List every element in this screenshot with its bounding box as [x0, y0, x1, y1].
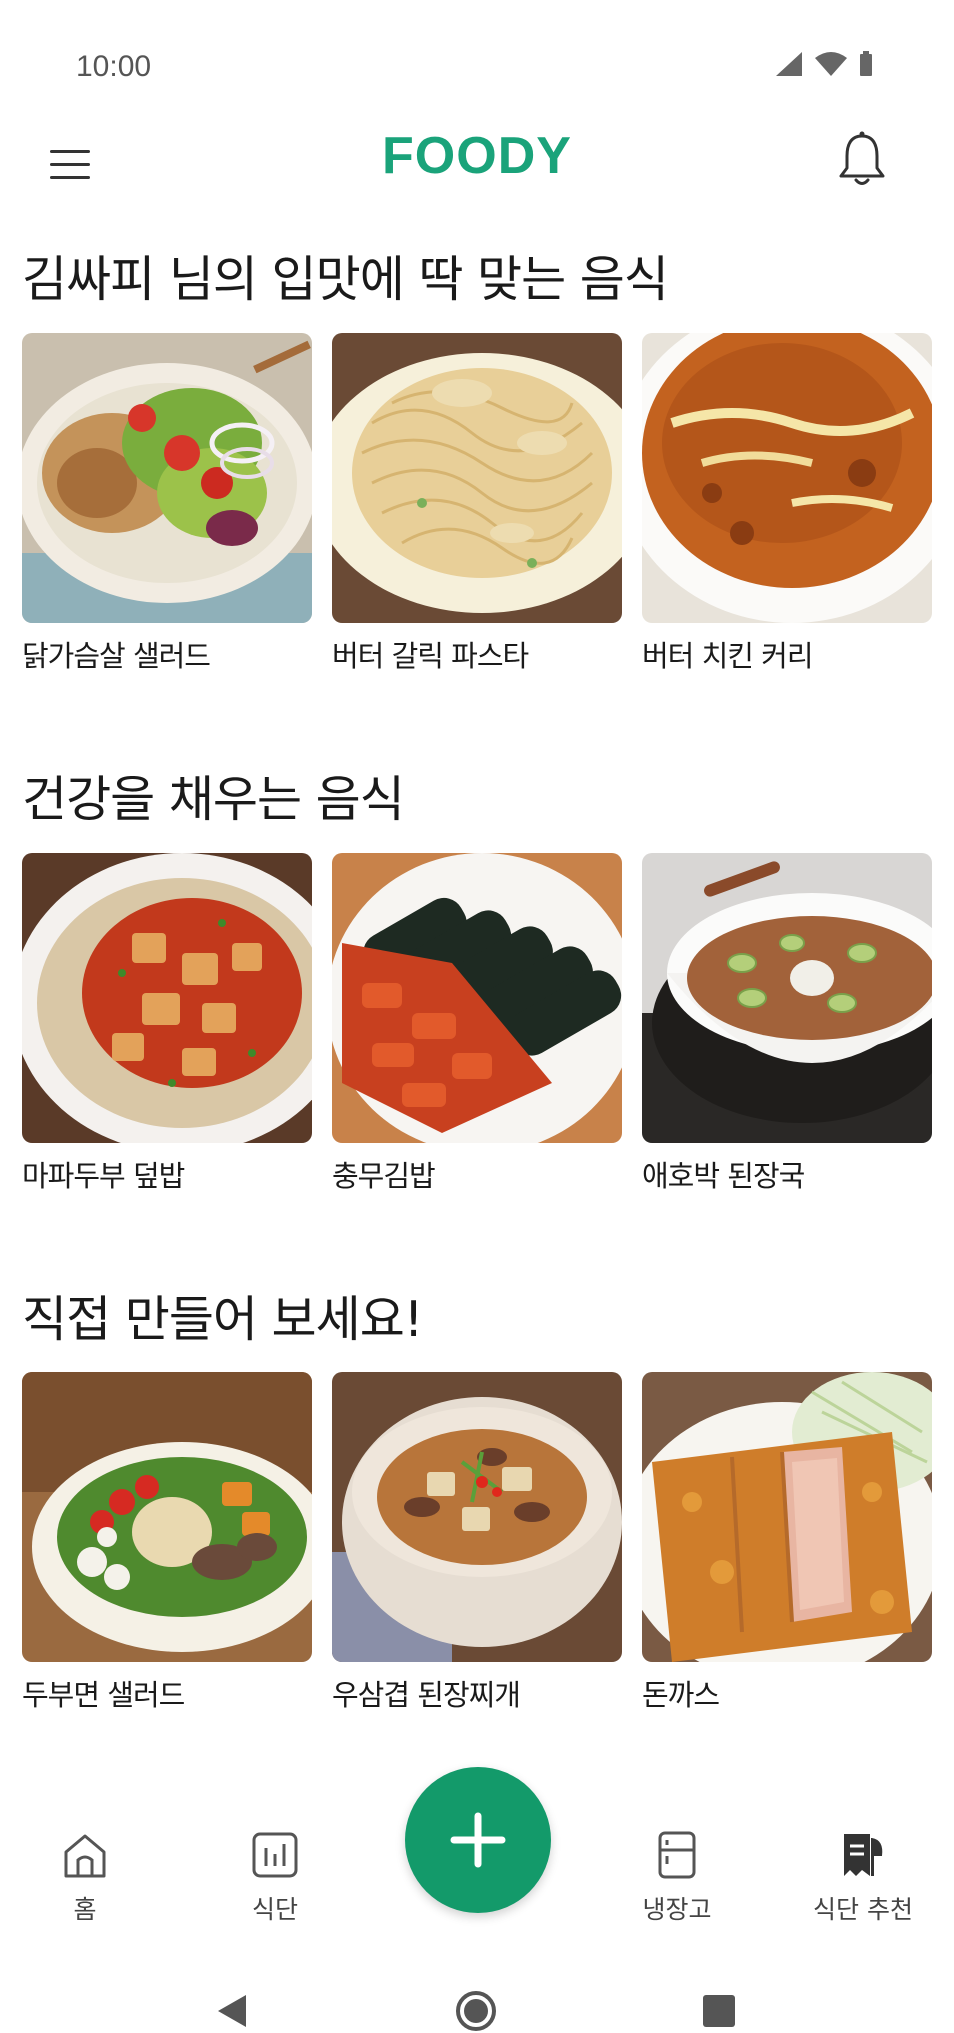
chart-icon: [252, 1832, 298, 1878]
food-image: [22, 853, 312, 1143]
section-title-health: 건강을 채우는 음식: [22, 771, 405, 828]
nav-home-label: 홈: [73, 1895, 97, 1924]
food-name: 닭가슴살 샐러드: [22, 639, 211, 673]
food-name: 마파두부 덮밥: [22, 1159, 185, 1193]
nav-diet-label: 식단: [251, 1895, 298, 1924]
system-recents-button[interactable]: [702, 1994, 736, 2032]
fridge-icon: [658, 1831, 696, 1879]
food-image: [22, 1372, 312, 1662]
home-circle-icon: [456, 1991, 496, 2031]
status-icons: [774, 50, 874, 78]
food-row-diy: 두부면 샐러드 우삼겹 된장찌개 돈까스: [22, 1372, 932, 1712]
section-title-taste: 김싸피 님의 입맛에 딱 맞는 음식: [22, 251, 669, 308]
food-image: [642, 1372, 932, 1662]
food-card[interactable]: 두부면 샐러드: [22, 1372, 312, 1714]
food-card[interactable]: 버터 치킨 커리: [642, 333, 932, 675]
food-card[interactable]: 우삼겹 된장찌개: [332, 1372, 622, 1714]
nav-home[interactable]: 홈: [10, 1830, 160, 1926]
system-back-button[interactable]: [216, 1993, 248, 2033]
food-image: [332, 853, 622, 1143]
back-triangle-icon: [218, 1995, 246, 2027]
system-home-button[interactable]: [455, 1990, 497, 2033]
signal-icon: [776, 52, 802, 76]
food-card[interactable]: 충무김밥: [332, 853, 622, 1195]
section-title-diy: 직접 만들어 보세요!: [22, 1291, 423, 1348]
home-icon: [64, 1834, 106, 1878]
food-name: 우삼겹 된장찌개: [332, 1678, 521, 1712]
food-card[interactable]: 마파두부 덮밥: [22, 853, 312, 1195]
food-name: 애호박 된장국: [642, 1159, 805, 1193]
food-name: 돈까스: [642, 1678, 720, 1712]
nav-diet[interactable]: 식단: [200, 1830, 350, 1926]
food-image: [332, 333, 622, 623]
food-image: [642, 333, 932, 623]
menu-book-icon: [844, 1834, 883, 1876]
status-time: 10:00: [76, 50, 152, 83]
add-button[interactable]: [405, 1767, 551, 1913]
food-card[interactable]: 버터 갈릭 파스타: [332, 333, 622, 675]
recents-square-icon: [703, 1995, 735, 2027]
notification-button[interactable]: [836, 130, 888, 190]
food-card[interactable]: 애호박 된장국: [642, 853, 932, 1195]
battery-icon: [860, 51, 872, 76]
food-name: 버터 갈릭 파스타: [332, 639, 529, 673]
nav-recommend-label: 식단 추천: [813, 1895, 913, 1924]
food-row-health: 마파두부 덮밥 충무김밥 애호박 된장국: [22, 853, 932, 1193]
system-nav-bar: [0, 1975, 954, 2033]
nav-recommend[interactable]: 식단 추천: [788, 1830, 938, 1926]
food-name: 두부면 샐러드: [22, 1678, 185, 1712]
plus-icon: [450, 1812, 506, 1868]
food-image: [332, 1372, 622, 1662]
food-name: 충무김밥: [332, 1159, 436, 1193]
wifi-icon: [815, 52, 847, 76]
nav-fridge-label: 냉장고: [642, 1895, 712, 1924]
app-header: FOODY: [0, 120, 954, 240]
food-image: [22, 333, 312, 623]
nav-fridge[interactable]: 냉장고: [602, 1830, 752, 1926]
food-row-taste: 닭가슴살 샐러드 버터 갈릭 파스타 버터 치킨 커리: [22, 333, 932, 673]
food-card[interactable]: 닭가슴살 샐러드: [22, 333, 312, 675]
bell-icon: [839, 131, 885, 185]
status-bar: 10:00: [0, 0, 954, 120]
app-logo: FOODY: [382, 127, 572, 185]
food-card[interactable]: 돈까스: [642, 1372, 932, 1714]
food-image: [642, 853, 932, 1143]
food-name: 버터 치킨 커리: [642, 639, 814, 673]
